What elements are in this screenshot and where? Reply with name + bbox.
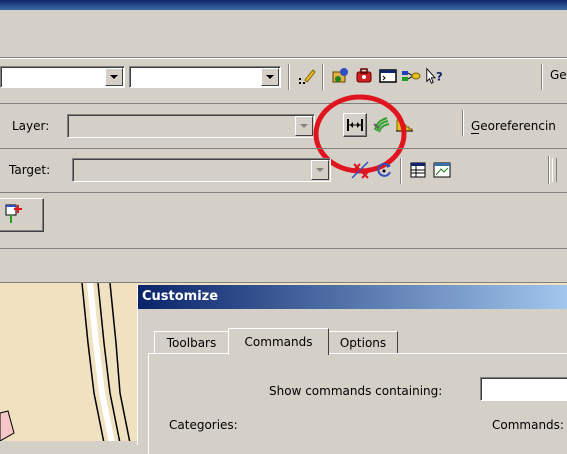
- commands-label: Commands:: [492, 418, 564, 432]
- tab-commands[interactable]: Commands: [228, 328, 329, 355]
- target-combo[interactable]: [72, 158, 331, 182]
- chevron-down-icon[interactable]: [105, 68, 123, 86]
- georeferencing-label: Georeferencin: [471, 119, 556, 133]
- toolbar-label-ge[interactable]: Ge: [550, 68, 567, 82]
- chevron-down-icon[interactable]: [311, 160, 329, 180]
- combo-box-1[interactable]: [0, 66, 125, 88]
- chevron-down-icon[interactable]: [261, 68, 279, 86]
- layer-label: Layer:: [12, 119, 50, 133]
- toolbar-separator: [400, 158, 402, 184]
- toolbar-separator: [548, 156, 550, 184]
- dialog-titlebar[interactable]: Customize: [138, 285, 567, 309]
- catalog-icon[interactable]: [330, 66, 350, 86]
- toolbar-separator: [288, 64, 290, 90]
- rotate-icon[interactable]: [374, 160, 394, 180]
- show-commands-label: Show commands containing:: [269, 384, 443, 398]
- categories-label: Categories:: [169, 418, 238, 432]
- tab-options[interactable]: Options: [328, 331, 398, 354]
- tab-panel: [148, 353, 567, 454]
- add-data-button[interactable]: [0, 198, 44, 232]
- toolbar-divider: [0, 58, 567, 59]
- whats-this-help-icon[interactable]: ?: [425, 66, 445, 86]
- toolbar-divider: [0, 148, 567, 149]
- add-control-points-icon[interactable]: [350, 160, 370, 180]
- model-builder-icon[interactable]: [401, 66, 421, 86]
- toolbar-grip[interactable]: [552, 158, 557, 182]
- toolbox-icon[interactable]: [354, 66, 374, 86]
- layer-combo[interactable]: [67, 114, 315, 138]
- viewer-icon[interactable]: [432, 160, 452, 180]
- georeferencing-menu[interactable]: Georeferencin: [471, 119, 556, 133]
- target-label: Target:: [9, 163, 51, 177]
- toolbar-row-2: [0, 103, 567, 104]
- toolbar-separator: [322, 64, 324, 90]
- toolbar-separator: [541, 64, 543, 90]
- tab-toolbars[interactable]: Toolbars: [154, 331, 229, 354]
- tab-commands-label: Commands: [244, 335, 313, 349]
- combo-box-2[interactable]: [129, 66, 281, 88]
- tab-toolbars-label: Toolbars: [166, 336, 217, 350]
- tab-options-label: Options: [339, 336, 387, 350]
- link-table-icon[interactable]: [408, 160, 428, 180]
- edit-tool-icon[interactable]: [297, 66, 317, 86]
- georeferencing-underline: [471, 133, 479, 134]
- customize-dialog: Customize Toolbars Commands Options Show…: [137, 285, 567, 454]
- window-titlebar-strip: [0, 0, 567, 10]
- svg-text:?: ?: [436, 70, 443, 84]
- add-point-icon: [5, 204, 22, 223]
- toolbar-divider: [0, 248, 567, 249]
- toolbar-separator: [462, 110, 464, 136]
- show-commands-input[interactable]: [480, 377, 567, 401]
- command-line-icon[interactable]: [378, 66, 398, 86]
- toolbar-divider: [0, 192, 567, 193]
- dialog-title: Customize: [142, 289, 219, 304]
